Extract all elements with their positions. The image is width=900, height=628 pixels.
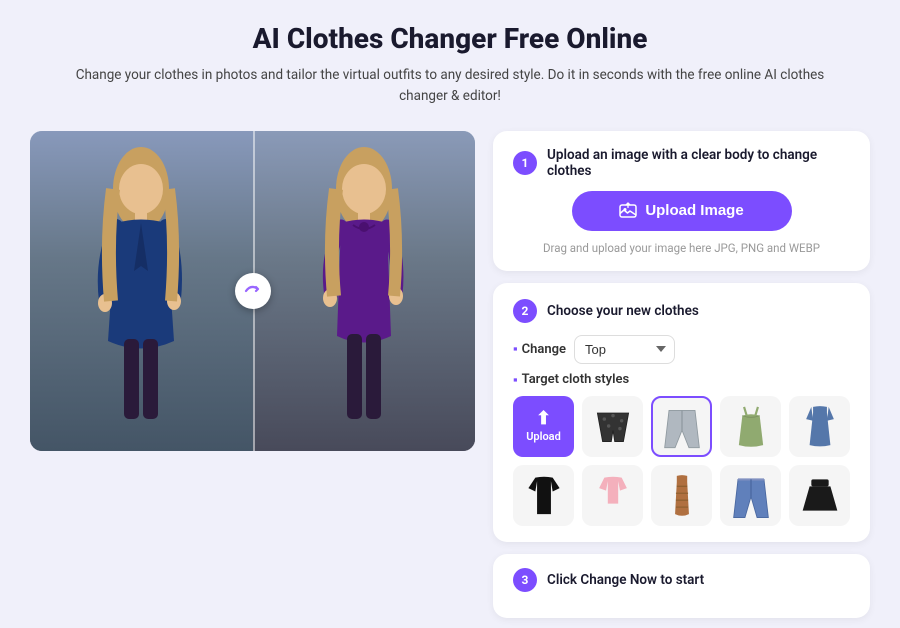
step-3-card: 3 Click Change Now to start bbox=[493, 554, 870, 618]
clothes-item-3[interactable] bbox=[720, 396, 781, 457]
after-image bbox=[253, 131, 476, 451]
step-1-card: 1 Upload an image with a clear body to c… bbox=[493, 131, 870, 271]
change-row: Change Top Bottom Dress Outerwear bbox=[513, 335, 850, 364]
step-2-badge: 2 bbox=[513, 299, 537, 323]
clothes-item-1[interactable] bbox=[582, 396, 643, 457]
blue-tank-icon bbox=[794, 400, 846, 452]
step-3-header: 3 Click Change Now to start bbox=[513, 568, 850, 592]
upload-area[interactable]: Upload Image Drag and upload your image … bbox=[513, 191, 850, 255]
upload-item-label: Upload bbox=[526, 430, 561, 443]
brown-dress-icon bbox=[656, 469, 708, 521]
clothes-item-2[interactable] bbox=[651, 396, 712, 457]
black-tshirt-icon bbox=[518, 469, 570, 521]
target-cloth-label: Target cloth styles bbox=[513, 372, 850, 388]
step-1-badge: 1 bbox=[513, 151, 537, 175]
arrow-overlay bbox=[235, 273, 271, 309]
page-header: AI Clothes Changer Free Online Change yo… bbox=[0, 0, 900, 121]
clothes-grid: ⬆ Upload bbox=[513, 396, 850, 526]
clothes-upload-item[interactable]: ⬆ Upload bbox=[513, 396, 574, 457]
clothes-item-4[interactable] bbox=[789, 396, 850, 457]
step-2-title: Choose your new clothes bbox=[547, 303, 699, 319]
pink-top-icon bbox=[587, 469, 639, 521]
clothes-item-6[interactable] bbox=[582, 465, 643, 526]
black-skirt-icon bbox=[794, 469, 846, 521]
clothes-item-7[interactable] bbox=[651, 465, 712, 526]
after-person-svg bbox=[309, 141, 419, 451]
step-1-header: 1 Upload an image with a clear body to c… bbox=[513, 147, 850, 179]
step-2-header: 2 Choose your new clothes bbox=[513, 299, 850, 323]
blue-jeans-icon bbox=[725, 469, 777, 521]
page-title: AI Clothes Changer Free Online bbox=[60, 22, 840, 55]
upload-image-button[interactable]: Upload Image bbox=[572, 191, 792, 231]
image-comparison-panel bbox=[30, 131, 475, 451]
clothes-item-5[interactable] bbox=[513, 465, 574, 526]
clothes-item-8[interactable] bbox=[720, 465, 781, 526]
curved-arrow-icon bbox=[243, 281, 263, 301]
dark-shorts-icon bbox=[587, 400, 639, 452]
upload-arrow-icon: ⬆ bbox=[536, 410, 551, 428]
right-panel: 1 Upload an image with a clear body to c… bbox=[493, 131, 870, 618]
drag-hint-text: Drag and upload your image here JPG, PNG… bbox=[543, 241, 820, 255]
before-image bbox=[30, 131, 253, 451]
step-3-badge: 3 bbox=[513, 568, 537, 592]
main-content: 1 Upload an image with a clear body to c… bbox=[0, 121, 900, 628]
clothes-item-9[interactable] bbox=[789, 465, 850, 526]
page-subtitle: Change your clothes in photos and tailor… bbox=[60, 65, 840, 107]
step-3-title: Click Change Now to start bbox=[547, 572, 704, 588]
change-label: Change bbox=[513, 341, 566, 357]
green-dress-icon bbox=[725, 400, 777, 452]
before-person-svg bbox=[86, 141, 196, 451]
upload-button-label: Upload Image bbox=[645, 202, 743, 219]
gray-pants-icon bbox=[656, 400, 708, 452]
clothes-type-dropdown[interactable]: Top Bottom Dress Outerwear bbox=[574, 335, 675, 364]
step-1-title: Upload an image with a clear body to cha… bbox=[547, 147, 850, 179]
step-2-card: 2 Choose your new clothes Change Top Bot… bbox=[493, 283, 870, 542]
image-upload-icon bbox=[619, 202, 637, 220]
